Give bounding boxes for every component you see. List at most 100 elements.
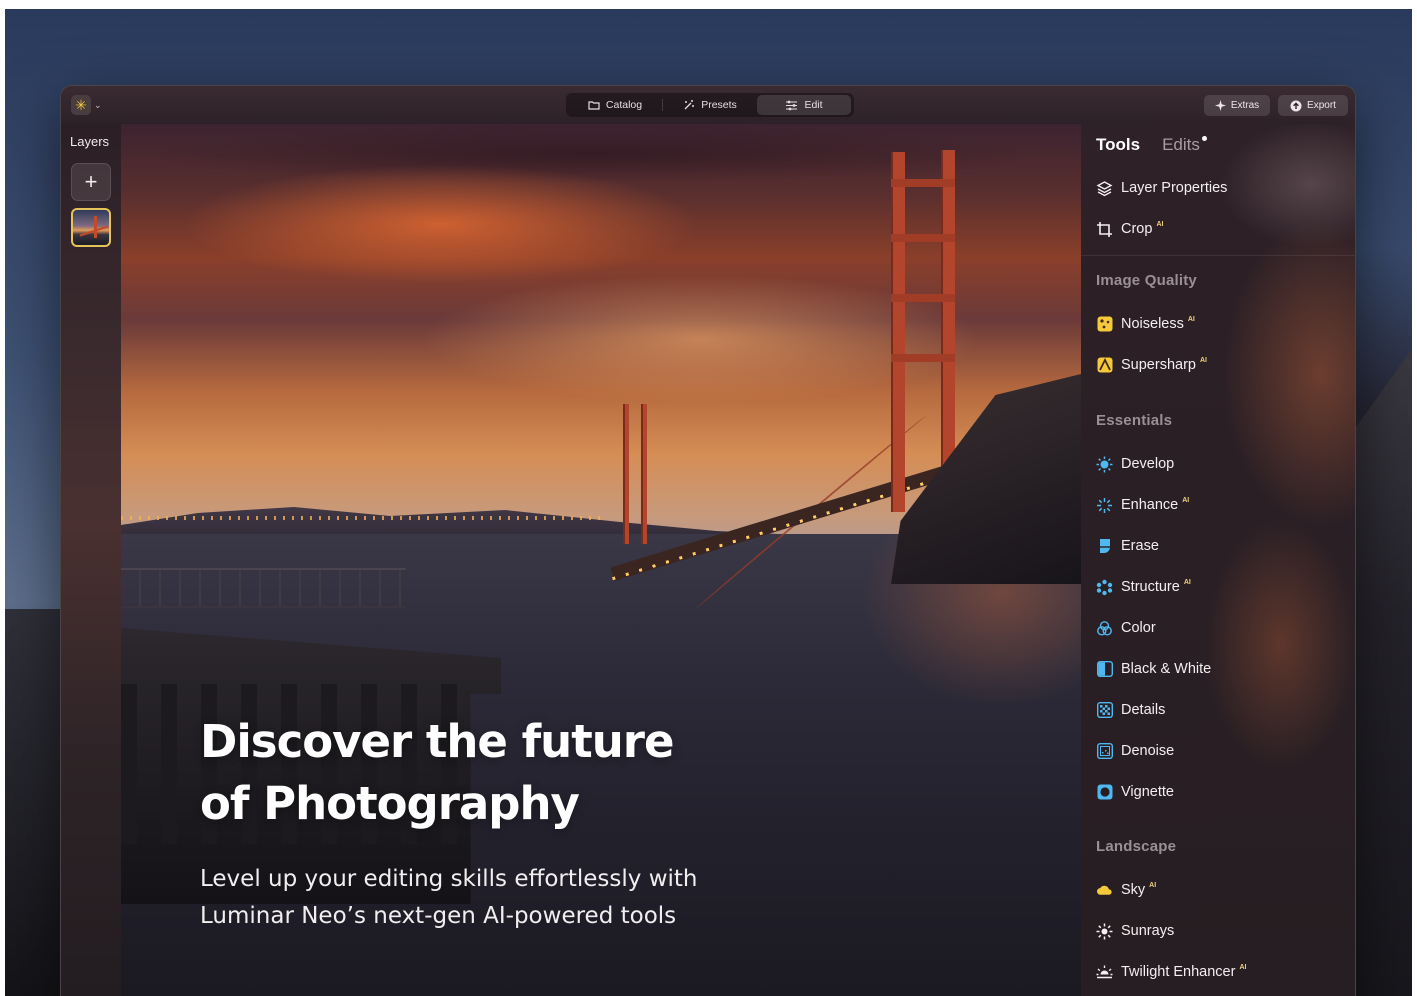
tool-label: Crop xyxy=(1121,221,1153,237)
structure-icon xyxy=(1096,579,1113,596)
ai-badge: AI xyxy=(1187,315,1195,323)
layers-icon xyxy=(1096,180,1113,197)
tool-enhance[interactable]: Enhance AI xyxy=(1096,493,1189,517)
noiseless-icon xyxy=(1096,316,1113,333)
tool-label: Layer Properties xyxy=(1121,180,1228,196)
photo-pier-rail xyxy=(121,568,406,608)
export-icon xyxy=(1290,100,1302,112)
tool-twilight-enhancer[interactable]: Twilight Enhancer AI xyxy=(1096,960,1246,984)
enhance-icon xyxy=(1096,497,1113,514)
tool-structure[interactable]: Structure AI xyxy=(1096,575,1191,599)
twilight-icon xyxy=(1096,964,1113,981)
tool-layer-properties[interactable]: Layer Properties xyxy=(1096,176,1227,200)
export-button[interactable]: Export xyxy=(1278,95,1348,116)
black-white-icon xyxy=(1096,661,1113,678)
section-title-essentials: Essentials xyxy=(1096,412,1173,429)
tool-label: Enhance xyxy=(1121,497,1179,513)
details-icon xyxy=(1096,702,1113,719)
tool-color[interactable]: Color xyxy=(1096,616,1156,640)
photo-cloud xyxy=(181,164,701,284)
magic-wand-icon xyxy=(683,99,695,111)
tool-label: Supersharp xyxy=(1121,357,1196,373)
tool-vignette[interactable]: Vignette xyxy=(1096,780,1174,804)
tool-label: Sky xyxy=(1121,882,1146,898)
hero-subtitle-line-2: Luminar Neo’s next-gen AI-powered tools xyxy=(200,903,677,929)
tab-presets[interactable]: Presets xyxy=(663,95,757,115)
layer-thumbnail[interactable] xyxy=(71,208,111,247)
hero-text: Discover the future of Photography Level… xyxy=(200,711,820,935)
photo-bridge-tower xyxy=(623,404,629,544)
tool-denoise[interactable]: Denoise xyxy=(1096,739,1174,763)
photo-tower-beam xyxy=(891,234,955,242)
tab-catalog-label: Catalog xyxy=(605,99,643,111)
tool-develop[interactable]: Develop xyxy=(1096,452,1174,476)
chevron-down-icon: ⌄ xyxy=(94,99,102,110)
extras-label: Extras xyxy=(1230,100,1260,111)
photo-tower-beam xyxy=(891,354,955,362)
add-layer-button[interactable]: + xyxy=(71,163,111,201)
ai-badge: AI xyxy=(1182,496,1190,504)
photo-tower-beam xyxy=(891,294,955,302)
tool-label: Erase xyxy=(1121,538,1159,554)
tool-erase[interactable]: Erase xyxy=(1096,534,1159,558)
tool-noiseless[interactable]: Noiseless AI xyxy=(1096,312,1195,336)
app-window: ✳ ⌄ Catalog Presets Edit Extras Export L… xyxy=(60,85,1356,996)
tool-sunrays[interactable]: Sunrays xyxy=(1096,919,1174,943)
erase-icon xyxy=(1096,538,1113,555)
supersharp-icon xyxy=(1096,357,1113,374)
ai-badge: AI xyxy=(1156,220,1164,228)
section-title-image-quality: Image Quality xyxy=(1096,272,1197,289)
tool-label: Structure xyxy=(1121,579,1180,595)
crop-icon xyxy=(1096,221,1113,238)
tool-black-white[interactable]: Black & White xyxy=(1096,657,1211,681)
tool-label: Black & White xyxy=(1121,661,1212,677)
tool-label: Develop xyxy=(1121,456,1175,472)
ai-badge: AI xyxy=(1149,881,1157,889)
tool-details[interactable]: Details xyxy=(1096,698,1165,722)
tab-presets-label: Presets xyxy=(701,99,737,111)
tab-catalog[interactable]: Catalog xyxy=(568,95,662,115)
thumb-tower xyxy=(94,216,97,238)
tool-label: Vignette xyxy=(1121,784,1174,800)
ai-badge: AI xyxy=(1239,963,1247,971)
title-bar: ✳ ⌄ Catalog Presets Edit Extras Export xyxy=(61,86,1355,124)
hero-title-line-1: Discover the future xyxy=(200,715,674,768)
vignette-icon xyxy=(1096,784,1113,801)
plus-icon: + xyxy=(84,169,98,194)
tool-label: Sunrays xyxy=(1121,923,1175,939)
tool-crop[interactable]: Crop AI xyxy=(1096,217,1163,241)
sunrays-icon xyxy=(1096,923,1113,940)
app-logo-icon: ✳ xyxy=(71,95,91,115)
photo-canvas[interactable]: Discover the future of Photography Level… xyxy=(121,124,1081,996)
tool-label: Twilight Enhancer xyxy=(1121,964,1236,980)
photo-tower-beam xyxy=(891,179,955,187)
tool-sky[interactable]: Sky AI xyxy=(1096,878,1156,902)
tab-edit[interactable]: Edit xyxy=(757,95,851,115)
tab-tools[interactable]: Tools xyxy=(1096,135,1140,155)
tool-label: Color xyxy=(1121,620,1156,636)
develop-icon xyxy=(1096,456,1113,473)
photo-bridge-tower xyxy=(641,404,647,544)
desktop-background: ✳ ⌄ Catalog Presets Edit Extras Export L… xyxy=(5,9,1412,996)
photo-bridge-tower xyxy=(891,152,905,512)
tab-edit-label: Edit xyxy=(804,99,823,111)
tool-label: Details xyxy=(1121,702,1166,718)
layers-panel: Layers + xyxy=(61,124,121,996)
folder-icon xyxy=(588,100,600,110)
tools-tabs: Tools Edits xyxy=(1096,135,1207,155)
sliders-icon xyxy=(785,100,798,111)
section-title-landscape: Landscape xyxy=(1096,838,1177,855)
sparkle-icon xyxy=(1214,100,1226,111)
hero-title: Discover the future of Photography xyxy=(200,711,820,835)
layers-title: Layers xyxy=(70,134,110,149)
hero-subtitle-line-1: Level up your editing skills effortlessl… xyxy=(200,866,698,892)
photo-city-lights xyxy=(121,516,601,520)
app-menu-button[interactable]: ✳ ⌄ xyxy=(71,95,102,115)
tool-supersharp[interactable]: Supersharp AI xyxy=(1096,353,1207,377)
tab-edits[interactable]: Edits xyxy=(1162,135,1207,155)
tool-label: Noiseless xyxy=(1121,316,1184,332)
extras-button[interactable]: Extras xyxy=(1204,95,1270,116)
mode-tabs: Catalog Presets Edit xyxy=(566,93,854,117)
sky-icon xyxy=(1096,882,1113,899)
denoise-icon xyxy=(1096,743,1113,760)
